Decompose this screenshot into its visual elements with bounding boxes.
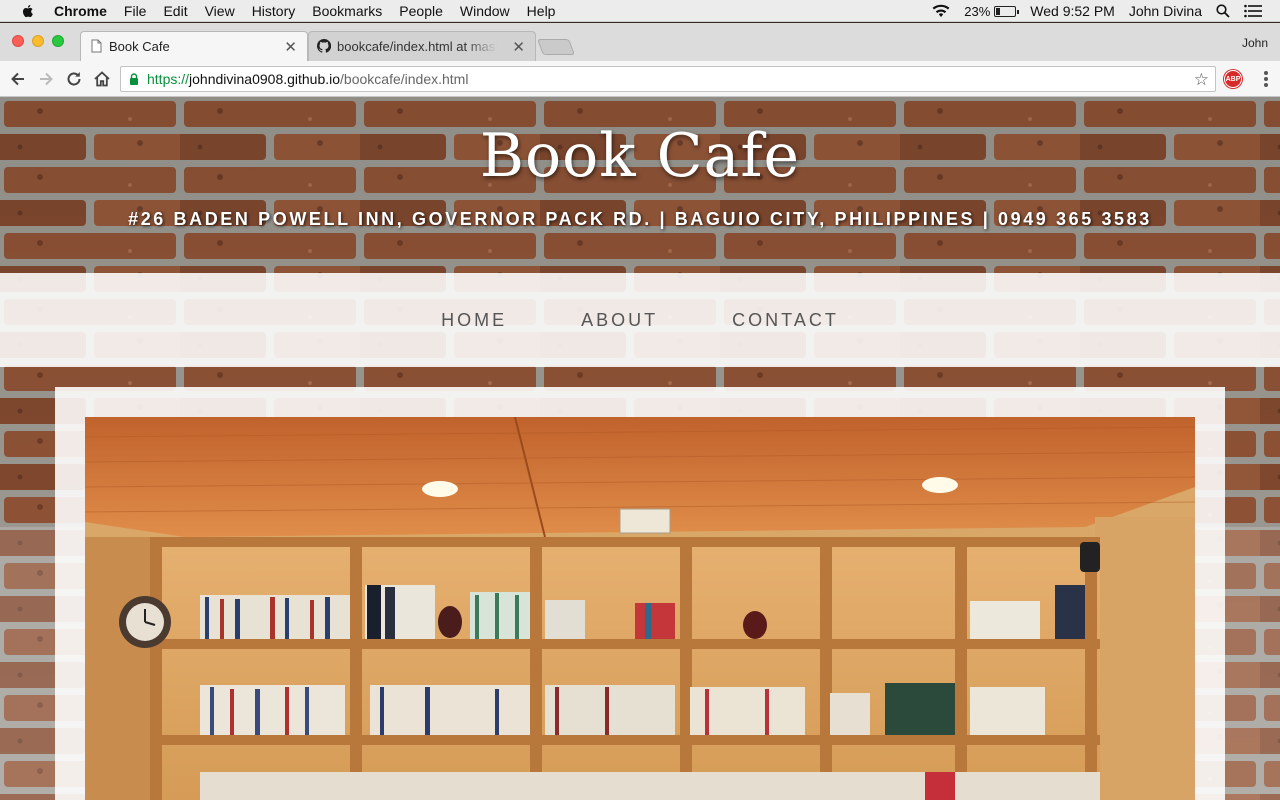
- browser-tab-strip: Book Cafe ✕ bookcafe/index.html at maste…: [0, 23, 1280, 61]
- menu-bookmarks[interactable]: Bookmarks: [312, 3, 382, 19]
- battery-percent: 23%: [964, 3, 991, 19]
- battery-icon: [994, 5, 1020, 17]
- site-brand-title[interactable]: Book Cafe: [0, 121, 1280, 191]
- spotlight-search-icon[interactable]: [1216, 4, 1230, 18]
- apple-logo-icon[interactable]: [20, 3, 36, 19]
- menu-window[interactable]: Window: [460, 3, 510, 19]
- web-page: Book Cafe #26 Baden Powell Inn, Governor…: [0, 97, 1280, 800]
- tab-github[interactable]: bookcafe/index.html at master ✕: [308, 31, 536, 61]
- zoom-window-button[interactable]: [52, 35, 64, 47]
- minimize-window-button[interactable]: [32, 35, 44, 47]
- url-path: /bookcafe/index.html: [340, 71, 469, 87]
- battery-status[interactable]: 23%: [964, 3, 1020, 19]
- github-icon: [317, 39, 331, 53]
- tab-title: bookcafe/index.html at master: [337, 39, 497, 54]
- window-controls: [12, 35, 64, 47]
- new-tab-button[interactable]: [537, 39, 575, 55]
- notification-center-icon[interactable]: [1244, 4, 1262, 18]
- nav-about[interactable]: About: [579, 306, 660, 335]
- menu-edit[interactable]: Edit: [163, 3, 187, 19]
- site-address: #26 Baden Powell Inn, Governor Pack Rd. …: [128, 209, 1152, 229]
- wifi-icon[interactable]: [932, 4, 950, 18]
- close-tab-icon[interactable]: ✕: [512, 38, 525, 56]
- menubar-user[interactable]: John Divina: [1129, 3, 1202, 19]
- tab-title: Book Cafe: [109, 39, 170, 54]
- profile-name[interactable]: John: [1242, 36, 1268, 50]
- back-arrow-icon[interactable]: [8, 69, 28, 89]
- close-tab-icon[interactable]: ✕: [284, 38, 297, 56]
- address-bar[interactable]: https://johndivina0908.github.io/bookcaf…: [120, 66, 1216, 92]
- image-carousel[interactable]: [85, 417, 1195, 800]
- menu-app-name[interactable]: Chrome: [54, 3, 107, 19]
- reload-icon[interactable]: [64, 69, 84, 89]
- home-icon[interactable]: [92, 69, 112, 89]
- secure-lock-icon[interactable]: [129, 73, 139, 85]
- content-box: [55, 387, 1225, 800]
- forward-arrow-icon[interactable]: [36, 69, 56, 89]
- menu-view[interactable]: View: [205, 3, 235, 19]
- close-window-button[interactable]: [12, 35, 24, 47]
- bookmark-star-icon[interactable]: ☆: [1194, 70, 1209, 90]
- status-area: 23% Wed 9:52 PM John Divina: [918, 0, 1262, 22]
- hero-header: Book Cafe #26 Baden Powell Inn, Governor…: [0, 97, 1280, 273]
- macos-menu-bar: Chrome File Edit View History Bookmarks …: [0, 0, 1280, 22]
- menu-history[interactable]: History: [252, 3, 296, 19]
- nav-home[interactable]: Home: [439, 306, 509, 335]
- site-navbar: Home About Contact: [0, 273, 1280, 367]
- nav-contact[interactable]: Contact: [730, 306, 841, 335]
- chrome-menu-icon[interactable]: [1264, 71, 1268, 87]
- menu-help[interactable]: Help: [527, 3, 556, 19]
- menu-people[interactable]: People: [399, 3, 443, 19]
- menubar-clock[interactable]: Wed 9:52 PM: [1030, 3, 1115, 19]
- adblock-plus-icon[interactable]: ABP: [1224, 70, 1242, 88]
- tab-book-cafe[interactable]: Book Cafe ✕: [80, 31, 308, 61]
- menu-file[interactable]: File: [124, 3, 147, 19]
- url-host: johndivina0908.github.io: [189, 71, 341, 87]
- browser-toolbar: https://johndivina0908.github.io/bookcaf…: [0, 61, 1280, 97]
- url-scheme: https://: [147, 71, 190, 87]
- page-icon: [91, 39, 102, 53]
- bookshelf-photo: [85, 417, 1195, 800]
